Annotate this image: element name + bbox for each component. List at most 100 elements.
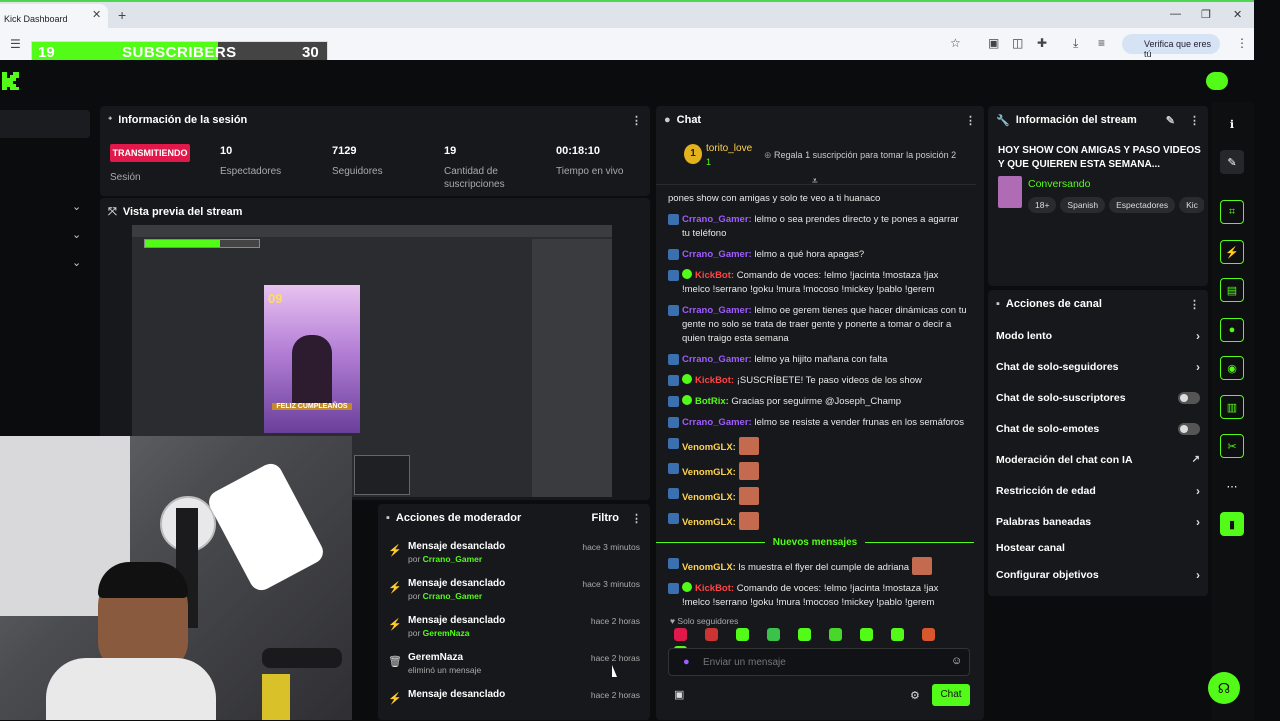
emote-icon[interactable] bbox=[674, 628, 687, 641]
tag-chip[interactable]: Kic bbox=[1179, 197, 1204, 213]
reading-list-icon[interactable]: ≡ bbox=[1098, 36, 1105, 50]
tag-chip[interactable]: Espectadores bbox=[1109, 197, 1176, 213]
kebab-menu-icon[interactable]: ⋮ bbox=[631, 512, 642, 525]
emoji-icon[interactable]: ☺ bbox=[951, 655, 962, 667]
layout-icon[interactable]: ▥ bbox=[1220, 395, 1244, 419]
microphone-icon[interactable]: ● bbox=[683, 656, 690, 668]
broadcast-icon[interactable]: ◉ bbox=[1220, 356, 1244, 380]
emote-icon[interactable] bbox=[798, 628, 811, 641]
kebab-menu-icon[interactable]: ⋮ bbox=[965, 114, 976, 127]
toggle-switch[interactable] bbox=[1178, 391, 1200, 404]
chat-message[interactable]: BotRix: Gracias por seguirme @Joseph_Cha… bbox=[668, 395, 968, 409]
category-thumbnail[interactable] bbox=[998, 176, 1022, 208]
chat-username[interactable]: VenomGLX: bbox=[682, 517, 736, 528]
list-item[interactable]: ⚡ Mensaje desanclado por GeremNaza hace 2 h… bbox=[378, 610, 650, 647]
chat-username[interactable]: KickBot: bbox=[695, 375, 734, 386]
info-icon[interactable]: ℹ bbox=[1220, 112, 1244, 136]
channel-action-item[interactable]: Chat de solo-emotes bbox=[988, 413, 1208, 444]
gift-box-icon[interactable]: ▣ bbox=[674, 688, 684, 701]
emote-icon[interactable] bbox=[767, 628, 780, 641]
chat-message[interactable]: KickBot: Comando de voces: !elmo !jacint… bbox=[668, 269, 968, 297]
chat-username[interactable]: VenomGLX: bbox=[682, 492, 736, 503]
download-icon[interactable]: ⤓ bbox=[1073, 36, 1078, 51]
settings-gear-icon[interactable]: ⚙ bbox=[910, 689, 920, 702]
chat-username[interactable]: Crrano_Gamer: bbox=[682, 249, 752, 260]
kebab-menu-icon[interactable]: ⋮ bbox=[1189, 298, 1200, 311]
cast-icon[interactable]: ▣ bbox=[988, 36, 999, 50]
edit-pencil-icon[interactable]: ✎ bbox=[1220, 150, 1244, 174]
chat-username[interactable]: VenomGLX: bbox=[682, 562, 736, 573]
sidebar-item-active[interactable] bbox=[0, 110, 90, 138]
kebab-menu-icon[interactable]: ⋮ bbox=[631, 114, 642, 127]
mod-item-user[interactable]: Crrano_Gamer bbox=[423, 591, 483, 601]
chat-message[interactable]: VenomGLX: bbox=[668, 487, 968, 505]
chat-message[interactable]: VenomGLX: bbox=[668, 462, 968, 480]
chat-username[interactable]: Crrano_Gamer: bbox=[682, 354, 752, 365]
send-chat-button[interactable]: Chat bbox=[932, 684, 970, 706]
list-item[interactable]: ⚡ Mensaje desanclado hace 2 horas bbox=[378, 684, 650, 721]
screenshot-icon[interactable]: ◫ bbox=[1012, 36, 1023, 50]
gift-sub-prompt[interactable]: ⊕ Regala 1 suscripción para tomar la pos… bbox=[764, 150, 956, 161]
bookmark-star-icon[interactable]: ☆ bbox=[950, 36, 961, 50]
chat-message[interactable]: VenomGLX: ls muestra el flyer del cumple… bbox=[668, 557, 968, 575]
chat-message[interactable]: pones show con amigas y solo te veo a ti… bbox=[668, 192, 968, 206]
channel-action-item[interactable]: Modo lento › bbox=[988, 320, 1208, 351]
profile-verify-chip[interactable]: Verifica que eres tú bbox=[1122, 34, 1220, 59]
share-icon[interactable]: ⋯ bbox=[1220, 474, 1244, 498]
kick-logo[interactable] bbox=[2, 72, 30, 93]
close-tab-icon[interactable]: ✕ bbox=[92, 8, 101, 21]
chat-message[interactable]: Crrano_Gamer: lelmo a qué hora apagas? bbox=[668, 248, 968, 262]
channel-action-item[interactable]: Hostear canal bbox=[988, 537, 1208, 559]
chat-message[interactable]: Crrano_Gamer: lelmo se resiste a vender … bbox=[668, 416, 968, 430]
kebab-menu-icon[interactable]: ⋮ bbox=[1189, 114, 1200, 127]
chat-message[interactable]: KickBot: ¡SUSCRÍBETE! Te paso videos de … bbox=[668, 374, 968, 388]
site-settings-icon[interactable]: ☰ bbox=[10, 37, 21, 51]
new-messages-divider[interactable]: Nuevos mensajes bbox=[656, 537, 974, 548]
chat-username[interactable]: Crrano_Gamer: bbox=[682, 305, 752, 316]
chevron-down-icon[interactable]: ⌄ bbox=[72, 200, 81, 213]
restore-icon[interactable]: ❐ bbox=[1201, 8, 1211, 21]
toggle-switch[interactable] bbox=[1178, 422, 1200, 435]
chat-message[interactable]: Crrano_Gamer: lelmo oe gerem tienes que … bbox=[668, 304, 968, 346]
chat-input-box[interactable]: ● ☺ bbox=[668, 648, 970, 676]
lightning-icon[interactable]: ⚡ bbox=[1220, 240, 1244, 264]
channel-action-item[interactable]: Palabras baneadas › bbox=[988, 506, 1208, 537]
emote-icon[interactable] bbox=[736, 628, 749, 641]
chat-message-input[interactable] bbox=[703, 654, 933, 670]
emote-icon[interactable] bbox=[922, 628, 935, 641]
stream-category[interactable]: Conversando bbox=[1028, 178, 1090, 190]
browser-menu-icon[interactable]: ⋮ bbox=[1236, 36, 1248, 50]
chat-username[interactable]: VenomGLX: bbox=[682, 442, 736, 453]
window-close-icon[interactable]: ✕ bbox=[1233, 8, 1242, 21]
new-tab-icon[interactable]: + bbox=[118, 7, 126, 23]
list-item[interactable]: 🗑 GeremNaza eliminó un mensaje hace 2 horas bbox=[378, 647, 650, 684]
channel-action-item[interactable]: Configurar objetivos › bbox=[988, 559, 1208, 590]
filter-button[interactable]: Filtro bbox=[592, 512, 620, 524]
chat-username[interactable]: Crrano_Gamer: bbox=[682, 417, 752, 428]
emote-icon[interactable] bbox=[829, 628, 842, 641]
tag-chip[interactable]: 18+ bbox=[1028, 197, 1057, 213]
document-icon[interactable]: ▤ bbox=[1220, 278, 1244, 302]
chat-username[interactable]: KickBot: bbox=[695, 270, 734, 281]
tag-chip[interactable]: Spanish bbox=[1060, 197, 1106, 213]
channel-action-item[interactable]: Moderación del chat con IA ↗ bbox=[988, 444, 1208, 475]
chat-username[interactable]: KickBot: bbox=[695, 583, 734, 594]
emote-icon[interactable] bbox=[891, 628, 904, 641]
channel-action-item[interactable]: Restricción de edad › bbox=[988, 475, 1208, 506]
chat-message[interactable]: Crrano_Gamer: lelmo o sea prendes direct… bbox=[668, 213, 968, 241]
chat-username[interactable]: BotRix: bbox=[695, 396, 729, 407]
minimize-icon[interactable]: — bbox=[1170, 8, 1181, 20]
emote-icon[interactable] bbox=[705, 628, 718, 641]
chevron-down-icon[interactable]: ⌄ bbox=[72, 256, 81, 269]
chat-message[interactable]: VenomGLX: bbox=[668, 512, 968, 530]
edit-pencil-icon[interactable]: ✎ bbox=[1166, 114, 1175, 127]
wrench-icon[interactable]: ✂ bbox=[1220, 434, 1244, 458]
channel-action-item[interactable]: Chat de solo-seguidores › bbox=[988, 351, 1208, 382]
extensions-icon[interactable]: ✚ bbox=[1037, 36, 1047, 50]
channel-action-item[interactable]: Chat de solo-suscriptores bbox=[988, 382, 1208, 413]
chat-message[interactable]: VenomGLX: bbox=[668, 437, 968, 455]
mod-item-user[interactable]: GeremNaza bbox=[423, 628, 470, 638]
chat-message[interactable]: KickBot: Comando de voces: !elmo !jacint… bbox=[668, 582, 968, 610]
list-item[interactable]: ⚡ Mensaje desanclado por Crrano_Gamer hace … bbox=[378, 536, 650, 573]
chat-bubble-icon[interactable]: ● bbox=[1220, 318, 1244, 342]
